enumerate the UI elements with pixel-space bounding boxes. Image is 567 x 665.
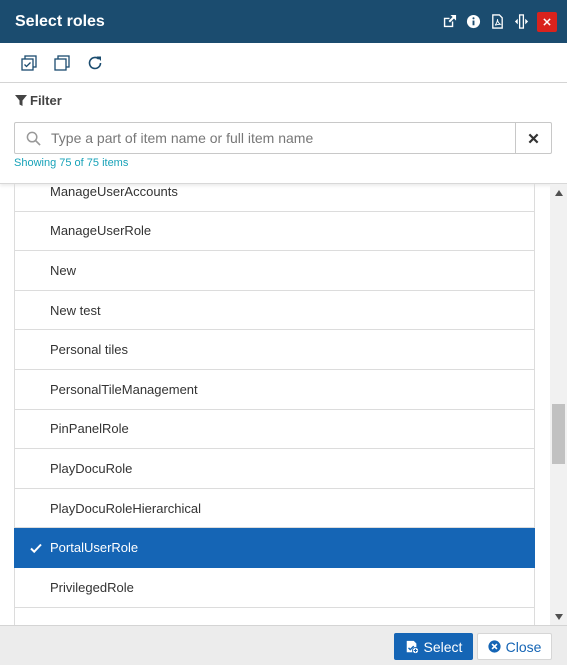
list-item[interactable]: PlayDocuRoleHierarchical: [14, 488, 535, 529]
clear-icon: [528, 133, 539, 143]
search-box: [14, 122, 516, 154]
list-item[interactable]: PinPanelRole: [14, 409, 535, 450]
list-item[interactable]: ManageUserAccounts: [14, 184, 535, 212]
deselect-all-icon[interactable]: [53, 54, 71, 72]
list-item-label: ManageUserRole: [50, 223, 152, 239]
titlebar-actions: [435, 11, 557, 32]
select-doc-icon: [406, 640, 419, 654]
item-count-status: Showing 75 of 75 items: [14, 157, 129, 169]
list-scrollbar[interactable]: [550, 184, 567, 625]
close-circle-icon: [488, 640, 501, 653]
list-item[interactable]: Personal tiles: [14, 330, 535, 370]
scroll-down-arrow-icon[interactable]: [550, 608, 567, 625]
roles-list-viewport: ManageUserAccounts ManageUserRole New New t…: [0, 184, 567, 625]
list-item-label: PinPanelRole: [50, 421, 129, 437]
list-item-label: Personal tiles: [50, 342, 129, 358]
list-item[interactable]: PrivilegedRole: [14, 567, 535, 608]
pdf-icon[interactable]: [487, 12, 507, 32]
list-toolbar: [0, 43, 567, 83]
search-icon: [26, 131, 41, 146]
filter-panel: Filter Showing 75 of 75 items: [0, 83, 567, 184]
list-item-label: PlayDocuRole: [50, 460, 133, 476]
clear-filter-button[interactable]: [515, 122, 552, 154]
list-item[interactable]: ManageUserRole: [14, 211, 535, 252]
close-icon[interactable]: [537, 11, 557, 32]
dialog-titlebar: Select roles: [0, 0, 567, 43]
list-item-label: PortalUserRole: [50, 540, 139, 556]
close-button-label: Close: [505, 638, 542, 655]
select-button[interactable]: Select: [394, 633, 473, 660]
filter-label[interactable]: Filter: [15, 93, 62, 108]
roles-list: ManageUserAccounts ManageUserRole New New t…: [14, 184, 535, 625]
scrollbar-thumb[interactable]: [552, 404, 565, 464]
list-item[interactable]: New: [14, 251, 535, 291]
checkmark-icon: [30, 543, 42, 553]
list-item[interactable]: New test: [14, 290, 535, 331]
list-item[interactable]: PersonalTileManagement: [14, 369, 535, 410]
dialog-title: Select roles: [15, 12, 105, 30]
list-item[interactable]: PortalUserRole: [14, 528, 535, 568]
dialog-footer: Select Close: [0, 625, 567, 665]
list-item[interactable]: [14, 607, 535, 625]
list-item-label: PlayDocuRoleHierarchical: [50, 500, 202, 516]
list-item-label: New test: [50, 302, 101, 318]
refresh-icon[interactable]: [86, 54, 104, 72]
list-item-label: ManageUserAccounts: [50, 184, 178, 199]
list-item-label: New: [50, 262, 77, 278]
filter-icon: [15, 94, 27, 106]
search-input[interactable]: [51, 130, 515, 146]
resize-width-icon[interactable]: [511, 12, 531, 32]
filter-label-text: Filter: [30, 93, 62, 108]
list-item-label: PrivilegedRole: [50, 579, 134, 595]
list-item-label: PersonalTileManagement: [50, 381, 198, 397]
select-all-icon[interactable]: [20, 54, 38, 72]
select-button-label: Select: [423, 638, 463, 655]
popout-icon[interactable]: [439, 12, 459, 32]
scroll-up-arrow-icon[interactable]: [550, 184, 567, 201]
close-button[interactable]: Close: [477, 633, 552, 660]
info-icon[interactable]: [463, 12, 483, 32]
list-item[interactable]: PlayDocuRole: [14, 449, 535, 489]
